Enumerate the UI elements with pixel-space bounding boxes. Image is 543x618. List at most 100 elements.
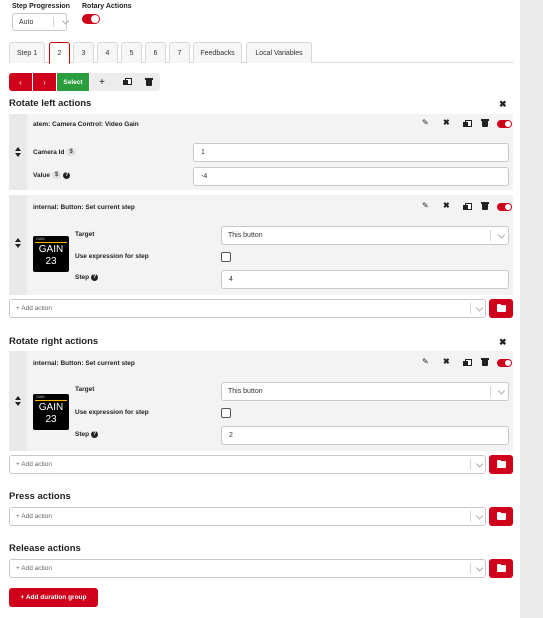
camera-id-input[interactable]: 1: [193, 143, 509, 162]
action-enabled-toggle[interactable]: [497, 203, 512, 211]
add-action-select[interactable]: + Add action: [9, 299, 486, 318]
select-separator: [490, 386, 491, 397]
action-enabled-toggle[interactable]: [497, 120, 512, 128]
release-actions-heading: Release actions: [9, 543, 81, 554]
help-icon[interactable]: ?: [91, 431, 99, 438]
copy-icon[interactable]: [463, 203, 472, 210]
chevron-down-icon: [497, 386, 506, 395]
folder-icon[interactable]: [489, 559, 513, 578]
prev-step-button[interactable]: ‹: [9, 73, 32, 91]
add-step-button[interactable]: +: [92, 73, 112, 91]
variable-badge: $: [66, 148, 76, 156]
tab-step-5[interactable]: 5: [121, 42, 142, 63]
thumb-line-2: 23: [45, 256, 57, 267]
edit-icon[interactable]: ✎: [422, 119, 429, 127]
step-text: Step: [75, 274, 90, 281]
trash-icon[interactable]: [481, 119, 489, 127]
copy-icon[interactable]: [463, 120, 472, 127]
target-label: Target: [75, 231, 95, 238]
expand-icon[interactable]: ✖: [443, 358, 450, 366]
edit-icon[interactable]: ✎: [422, 202, 429, 210]
drag-handle-icon[interactable]: [15, 147, 21, 157]
select-separator: [470, 563, 471, 574]
rotary-actions-toggle[interactable]: [82, 14, 100, 24]
tab-step-7[interactable]: 7: [169, 42, 190, 63]
next-step-button[interactable]: ›: [33, 73, 56, 91]
use-expression-label: Use expression for step: [75, 253, 149, 260]
trash-icon[interactable]: [481, 202, 489, 210]
press-actions-heading: Press actions: [9, 491, 71, 502]
value-text: Value: [33, 171, 50, 179]
expand-icon[interactable]: ✖: [443, 202, 450, 210]
target-select[interactable]: This button: [221, 382, 509, 401]
select-step-button[interactable]: Select: [57, 73, 89, 91]
value-input[interactable]: -4: [193, 167, 509, 186]
step-progression-label: Step Progression: [12, 3, 70, 10]
step-text: Step: [75, 431, 90, 438]
folder-icon[interactable]: [489, 299, 513, 318]
chevron-right-icon: ›: [43, 77, 46, 87]
select-separator: [470, 303, 471, 314]
delete-step-button[interactable]: [145, 78, 153, 86]
folder-icon[interactable]: [489, 455, 513, 474]
step-progression-select[interactable]: Auto: [12, 13, 70, 31]
thumb-accent-line: [35, 242, 67, 243]
add-action-placeholder: + Add action: [16, 513, 52, 520]
add-action-placeholder: + Add action: [16, 305, 52, 312]
tab-step-3[interactable]: 3: [73, 42, 94, 63]
drag-handle-icon[interactable]: [15, 396, 21, 406]
tab-local-variables[interactable]: Local Variables: [246, 42, 312, 63]
trash-icon[interactable]: [481, 358, 489, 366]
duplicate-step-button[interactable]: [123, 78, 132, 85]
expand-all-icon[interactable]: ✖: [499, 338, 508, 347]
thumb-line-1: GAIN: [38, 244, 64, 255]
add-action-select[interactable]: + Add action: [9, 559, 486, 578]
target-label: Target: [75, 386, 95, 393]
tab-step-1[interactable]: Step 1: [9, 42, 45, 63]
help-icon[interactable]: ?: [91, 274, 99, 281]
expand-icon[interactable]: ✖: [443, 119, 450, 127]
add-action-select[interactable]: + Add action: [9, 455, 486, 474]
action-title: atem: Camera Control: Video Gain: [33, 121, 139, 128]
thumb-accent-line: [35, 400, 67, 401]
drag-handle-icon[interactable]: [15, 238, 21, 248]
chevron-down-icon: [475, 459, 484, 468]
help-icon[interactable]: ?: [63, 171, 71, 179]
use-expression-label: Use expression for step: [75, 409, 149, 416]
button-preview-thumbnail: GAIN GAIN 23: [33, 236, 69, 272]
add-action-select[interactable]: + Add action: [9, 507, 486, 526]
select-separator: [470, 511, 471, 522]
step-tabs: Step 1 2 3 4 5 6 7 Feedbacks Local Varia…: [9, 42, 513, 64]
step-input[interactable]: 4: [221, 270, 509, 289]
target-value: This button: [228, 388, 263, 395]
step-label: Step ?: [75, 274, 99, 281]
target-select[interactable]: This button: [221, 226, 509, 245]
thumb-small-label: GAIN: [36, 237, 45, 241]
thumb-line-1: GAIN: [38, 402, 64, 413]
tab-step-4[interactable]: 4: [97, 42, 118, 63]
copy-icon[interactable]: [463, 359, 472, 366]
tab-feedbacks[interactable]: Feedbacks: [193, 42, 242, 63]
chevron-left-icon: ‹: [19, 77, 22, 87]
rotate-left-heading: Rotate left actions: [9, 98, 92, 109]
use-expression-checkbox[interactable]: [221, 252, 231, 262]
folder-icon[interactable]: [489, 507, 513, 526]
step-label: Step ?: [75, 431, 99, 438]
step-progression-value: Auto: [19, 18, 34, 26]
camera-id-label: Camera Id $: [33, 148, 76, 156]
tab-step-6[interactable]: 6: [145, 42, 166, 63]
rotate-right-heading: Rotate right actions: [9, 336, 99, 347]
target-value: This button: [228, 232, 263, 239]
use-expression-checkbox[interactable]: [221, 408, 231, 418]
camera-id-text: Camera Id: [33, 148, 65, 156]
action-title: internal: Button: Set current step: [33, 360, 135, 367]
step-input[interactable]: 2: [221, 426, 509, 445]
select-separator: [490, 230, 491, 241]
rotary-actions-label: Rotary Actions: [82, 3, 132, 10]
edit-icon[interactable]: ✎: [422, 358, 429, 366]
tab-step-2[interactable]: 2: [49, 42, 70, 64]
add-action-placeholder: + Add action: [16, 565, 52, 572]
add-duration-group-button[interactable]: + Add duration group: [9, 588, 98, 607]
action-enabled-toggle[interactable]: [497, 359, 512, 367]
expand-all-icon[interactable]: ✖: [499, 100, 508, 109]
